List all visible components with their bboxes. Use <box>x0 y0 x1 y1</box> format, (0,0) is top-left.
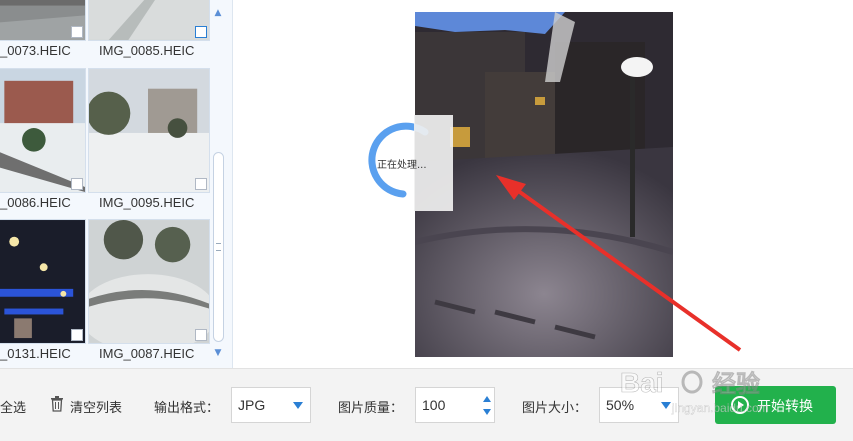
svg-text:经验: 经验 <box>712 370 760 398</box>
thumbnail-image <box>0 69 85 192</box>
thumbnail-item[interactable] <box>88 68 210 193</box>
chevron-down-icon <box>293 402 303 409</box>
quality-stepper[interactable]: 100 <box>415 387 495 423</box>
thumbnail-label: _0073.HEIC <box>0 43 71 58</box>
thumbnail-checkbox[interactable] <box>195 26 207 38</box>
thumbnail-checkbox[interactable] <box>71 329 83 341</box>
scroll-up-arrow-icon[interactable]: ▲ <box>212 8 224 18</box>
processing-status-text: 正在处理... <box>377 160 427 171</box>
thumbnail-label: IMG_0085.HEIC <box>99 43 195 58</box>
thumbnail-item[interactable] <box>88 219 210 344</box>
thumbnail-checkbox[interactable] <box>195 329 207 341</box>
increment-icon[interactable] <box>483 396 491 402</box>
svg-text:Bai: Bai <box>620 367 664 398</box>
thumbnail-label: _0086.HEIC <box>0 195 71 210</box>
output-format-label: 输出格式： <box>154 401 220 416</box>
thumbnail-image <box>89 220 209 343</box>
size-label: 图片大小： <box>522 401 588 416</box>
thumbnail-label: IMG_0095.HEIC <box>99 195 195 210</box>
thumbnail-item[interactable] <box>0 219 86 344</box>
svg-text:jingyan.baidu.com: jingyan.baidu.com <box>671 401 769 415</box>
thumbnail-checkbox[interactable] <box>71 178 83 190</box>
output-format-select[interactable]: JPG <box>231 387 311 423</box>
thumbnail-item[interactable] <box>88 0 210 41</box>
clear-list-button[interactable]: 清空列表 <box>70 397 122 416</box>
thumbnail-image <box>89 69 209 192</box>
thumbnail-checkbox[interactable] <box>195 178 207 190</box>
thumbnail-image <box>0 220 85 343</box>
decrement-icon[interactable] <box>483 409 491 415</box>
thumbnail-item[interactable] <box>0 68 86 193</box>
thumbnail-image <box>89 0 209 40</box>
trash-icon[interactable] <box>50 396 64 412</box>
thumbnail-label: _0131.HEIC <box>0 346 71 361</box>
thumbnail-label: IMG_0087.HEIC <box>99 346 195 361</box>
output-format-value: JPG <box>238 397 266 413</box>
quality-value: 100 <box>422 397 446 413</box>
thumbnail-item[interactable] <box>0 0 86 41</box>
watermark-logo: Bai 经验 jingyan.baidu.com <box>620 367 769 415</box>
file-list-panel[interactable]: _0073.HEIC IMG_0085.HEIC _0086.HEIC IMG_… <box>0 0 233 368</box>
select-all-button[interactable]: 全选 <box>0 397 26 416</box>
quality-label: 图片质量： <box>338 401 404 416</box>
scrollbar-grip-icon <box>216 243 221 251</box>
scroll-down-arrow-icon[interactable]: ▼ <box>212 348 224 358</box>
thumbnail-checkbox[interactable] <box>71 26 83 38</box>
annotation-arrow-icon <box>496 175 742 352</box>
